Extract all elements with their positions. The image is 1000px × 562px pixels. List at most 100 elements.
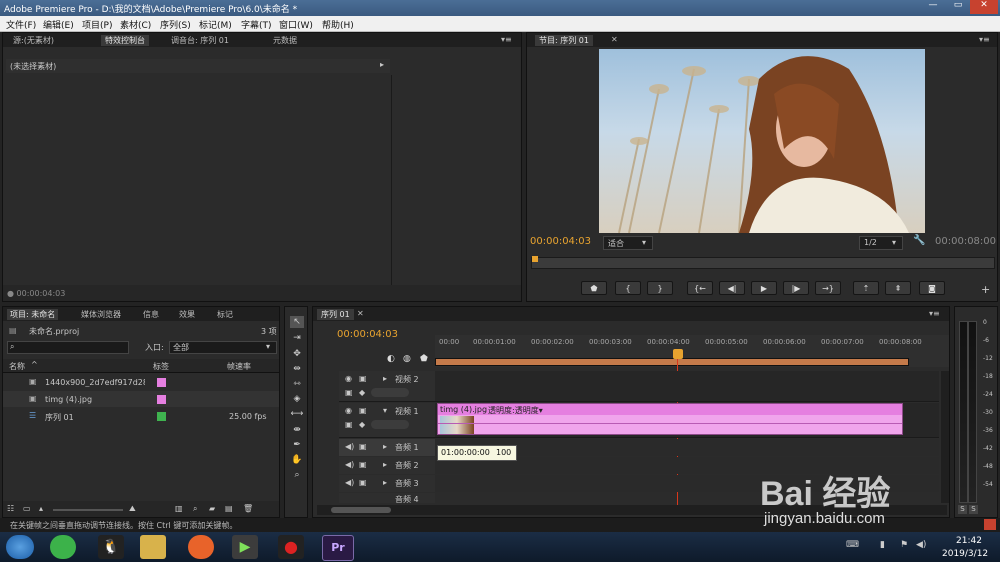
- speaker-icon[interactable]: ◀): [345, 460, 354, 469]
- list-item[interactable]: ▣ timg (4).jpg: [3, 391, 279, 407]
- timeline-clip[interactable]: timg (4).jpg 透明度:透明度▾: [437, 403, 903, 435]
- tab-markers[interactable]: 标记: [217, 309, 233, 320]
- network-icon[interactable]: ▮: [880, 540, 885, 550]
- project-search-input[interactable]: ⌕: [7, 341, 129, 354]
- browser-icon[interactable]: [50, 535, 76, 559]
- menu-project[interactable]: 项目(P): [82, 18, 112, 31]
- scroll-thumb[interactable]: [331, 507, 391, 513]
- film-icon[interactable]: ▣: [359, 374, 367, 383]
- start-button-icon[interactable]: [6, 535, 34, 559]
- recorder-icon[interactable]: ▶: [232, 535, 258, 559]
- expand-arrow-icon[interactable]: ▾: [383, 406, 387, 415]
- keyframe-icon[interactable]: ◆: [359, 388, 365, 397]
- collapse-arrow-icon[interactable]: ▸: [383, 478, 387, 487]
- mark-in-button[interactable]: {: [615, 281, 641, 295]
- sync-lock-icon[interactable]: ▣: [359, 442, 367, 451]
- camera-icon[interactable]: ◙: [919, 281, 945, 295]
- film-icon[interactable]: ▣: [359, 406, 367, 415]
- track-header-video1[interactable]: ◉ ▣ ▾ 视频 1 ▣ ◆: [339, 403, 435, 438]
- clock-time[interactable]: 21:42: [956, 536, 982, 546]
- clip-effect-dropdown[interactable]: 透明度:透明度▾: [488, 405, 543, 416]
- track-header-audio4[interactable]: 音频 4: [339, 493, 435, 503]
- icon-view-icon[interactable]: ▭: [23, 504, 31, 513]
- play-button[interactable]: ▶: [751, 281, 777, 295]
- collapse-arrow-icon[interactable]: ▸: [383, 460, 387, 469]
- menu-edit[interactable]: 编辑(E): [43, 18, 74, 31]
- premiere-icon[interactable]: Pr: [322, 535, 354, 561]
- qq-icon[interactable]: 🐧: [98, 535, 124, 559]
- timeline-timecode[interactable]: 00:00:04:03: [337, 329, 398, 340]
- track-select-tool-icon[interactable]: ⇥: [290, 332, 304, 344]
- sort-up-icon[interactable]: ^: [31, 360, 38, 369]
- list-item[interactable]: ☰ 序列 01 25.00 fps: [3, 408, 279, 424]
- speaker-icon[interactable]: ◀): [345, 478, 354, 487]
- track-lane-video2[interactable]: [435, 371, 939, 402]
- zoom-tool-icon[interactable]: ⌕: [290, 469, 304, 481]
- close-button[interactable]: ✕: [970, 0, 998, 14]
- add-button-icon[interactable]: +: [981, 283, 990, 296]
- opacity-line[interactable]: [438, 423, 902, 424]
- status-indicator-icon[interactable]: [984, 519, 996, 530]
- go-to-in-button[interactable]: {←: [687, 281, 713, 295]
- menu-marker[interactable]: 标记(M): [199, 18, 232, 31]
- slip-tool-icon[interactable]: ⟷: [290, 408, 304, 420]
- automate-icon[interactable]: ▥: [175, 504, 183, 513]
- razor-tool-icon[interactable]: ◈: [290, 393, 304, 405]
- zoom-out-icon[interactable]: ▴: [39, 504, 43, 513]
- collapse-arrow-icon[interactable]: ▸: [383, 442, 387, 451]
- tab-metadata[interactable]: 元数据: [273, 35, 297, 46]
- track-header-audio2[interactable]: ◀) ▣ ▸ 音频 2: [339, 457, 435, 474]
- solo-right-button[interactable]: S: [969, 505, 978, 514]
- flag-icon[interactable]: ⚑: [900, 540, 908, 550]
- menu-clip[interactable]: 素材(C): [120, 18, 151, 31]
- minimize-button[interactable]: —: [920, 0, 946, 14]
- eye-icon[interactable]: ◉: [345, 374, 352, 383]
- rolling-edit-tool-icon[interactable]: ⇹: [290, 363, 304, 375]
- program-scrubber[interactable]: [531, 256, 995, 269]
- track-header-video2[interactable]: ◉ ▣ ▸ 视频 2 ▣ ◆: [339, 371, 435, 402]
- extract-button[interactable]: ⇞: [885, 281, 911, 295]
- tab-audio-mixer[interactable]: 调音台: 序列 01: [171, 35, 229, 46]
- eye-icon[interactable]: ◉: [345, 406, 352, 415]
- resolution-dropdown[interactable]: 1/2 ▾: [859, 236, 903, 250]
- column-name[interactable]: 名称: [9, 361, 25, 372]
- panel-menu-icon[interactable]: ▾≡: [979, 35, 990, 44]
- track-header-audio1[interactable]: ◀) ▣ ▸ 音频 1: [339, 439, 435, 456]
- entry-dropdown[interactable]: 全部 ▾: [169, 341, 277, 354]
- panel-menu-icon[interactable]: ▾≡: [929, 309, 940, 318]
- new-item-icon[interactable]: ▤: [225, 504, 233, 513]
- zoom-in-icon[interactable]: ⛰: [129, 504, 136, 514]
- mark-out-button[interactable]: }: [647, 281, 673, 295]
- time-ruler[interactable]: 00:00 00:00:01:00 00:00:02:00 00:00:03:0…: [435, 335, 949, 367]
- selection-tool-icon[interactable]: ↖: [290, 316, 304, 328]
- solo-left-button[interactable]: S: [958, 505, 967, 514]
- tab-media-browser[interactable]: 媒体浏览器: [81, 309, 121, 320]
- firefox-icon[interactable]: [188, 535, 214, 559]
- folder-icon[interactable]: [140, 535, 166, 559]
- tab-program[interactable]: 节目: 序列 01: [535, 35, 593, 46]
- tab-close-icon[interactable]: ✕: [611, 35, 618, 44]
- playhead-handle-icon[interactable]: [673, 349, 683, 359]
- wrench-icon[interactable]: 🔧: [913, 235, 925, 246]
- find-icon[interactable]: ⌕: [193, 504, 197, 514]
- fit-dropdown[interactable]: 适合 ▾: [603, 236, 653, 250]
- display-style-icon[interactable]: ▣: [345, 388, 353, 397]
- new-bin-icon[interactable]: ▰: [209, 504, 215, 513]
- tab-sequence[interactable]: 序列 01: [317, 309, 354, 320]
- zoom-slider[interactable]: [53, 509, 123, 511]
- step-back-button[interactable]: ◀|: [719, 281, 745, 295]
- panel-menu-icon[interactable]: ▾≡: [501, 35, 512, 44]
- tab-source[interactable]: 源:(无素材): [13, 35, 54, 46]
- tab-info[interactable]: 信息: [143, 309, 159, 320]
- track-header-audio3[interactable]: ◀) ▣ ▸ 音频 3: [339, 475, 435, 492]
- sync-lock-icon[interactable]: ▣: [359, 478, 367, 487]
- list-item[interactable]: ▣ 1440x900_2d7edf917d2889: [3, 374, 279, 390]
- hand-tool-icon[interactable]: ✋: [290, 454, 304, 466]
- menu-sequence[interactable]: 序列(S): [160, 18, 191, 31]
- trash-icon[interactable]: 🗑: [243, 504, 253, 513]
- keyframe-icon[interactable]: ◆: [359, 420, 365, 429]
- menu-help[interactable]: 帮助(H): [322, 18, 354, 31]
- snap-icon[interactable]: ◐: [387, 354, 395, 364]
- display-style-icon[interactable]: ▣: [345, 420, 353, 429]
- tab-effects[interactable]: 效果: [179, 309, 195, 320]
